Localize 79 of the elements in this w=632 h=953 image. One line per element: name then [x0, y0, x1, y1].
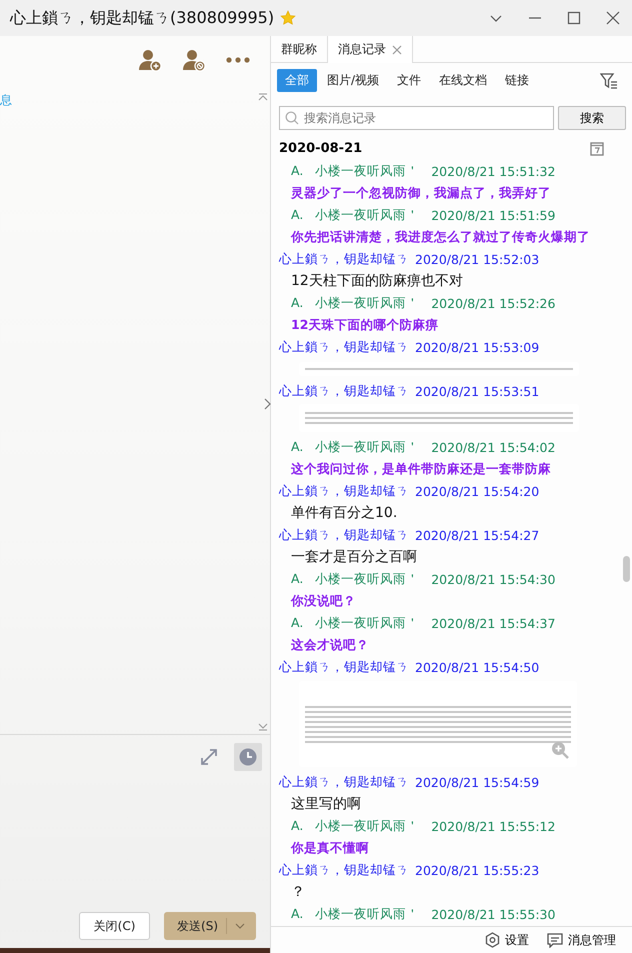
clock-icon — [239, 748, 257, 766]
sender-name: 心上鎖ㄋ，钥匙却锰ㄋ — [279, 382, 409, 400]
expand-icon[interactable] — [200, 748, 218, 766]
timestamp: 2020/8/21 15:54:20 — [415, 484, 540, 498]
close-button[interactable]: 关闭(C) — [79, 912, 150, 940]
sender-name: A. 小楼一夜听风雨＇ — [291, 570, 420, 588]
message-icon[interactable] — [547, 932, 563, 948]
timestamp: 2020/8/21 15:55:30 — [431, 906, 556, 922]
message-text: ？ — [290, 883, 306, 902]
timestamp: 2020/8/21 15:54:30 — [431, 572, 556, 586]
search-icon — [285, 111, 299, 125]
search-button[interactable]: 搜索 — [558, 106, 626, 130]
timestamp: 2020/8/21 15:53:09 — [415, 340, 540, 354]
timestamp: 2020/8/21 15:54:59 — [415, 774, 540, 790]
message-text: 12天柱下面的防麻痹也不对 — [290, 272, 464, 291]
send-button[interactable]: 发送(S) — [164, 912, 256, 940]
maximize-icon[interactable] — [567, 11, 581, 25]
timestamp: 2020/8/21 15:52:03 — [415, 252, 540, 266]
timestamp: 2020/8/21 15:55:12 — [431, 818, 556, 834]
sender-name: 心上鎖ㄋ，钥匙却锰ㄋ — [279, 338, 409, 356]
sender-name: 心上鎖ㄋ，钥匙却锰ㄋ — [279, 658, 409, 676]
expand-side-icon[interactable] — [263, 398, 271, 410]
scrollbar[interactable] — [623, 556, 630, 582]
timestamp: 2020/8/21 15:54:02 — [431, 440, 556, 454]
more-icon[interactable] — [226, 56, 250, 64]
star-icon — [280, 10, 296, 26]
settings-icon[interactable] — [485, 932, 500, 948]
tab[interactable]: 消息记录 — [328, 36, 413, 63]
filter-tab[interactable]: 链接 — [497, 69, 538, 92]
add-member-icon[interactable] — [138, 48, 162, 72]
message-manager-link[interactable]: 消息管理 — [568, 932, 616, 948]
calendar-icon[interactable] — [590, 140, 604, 156]
timestamp: 2020/8/21 15:53:51 — [415, 384, 540, 398]
filter-tab[interactable]: 文件 — [389, 69, 430, 92]
timestamp: 2020/8/21 15:54:37 — [431, 616, 556, 630]
block-member-icon[interactable] — [182, 48, 206, 72]
filter-tab[interactable]: 全部 — [277, 69, 317, 92]
timestamp: 2020/8/21 15:52:26 — [431, 296, 556, 310]
caret-icon[interactable] — [235, 923, 245, 929]
message-text: 这个我问过你，是单件带防麻还是一套带防麻 — [290, 460, 552, 478]
sender-name: 心上鎖ㄋ，钥匙却锰ㄋ — [279, 862, 409, 878]
close-tab-icon[interactable] — [392, 44, 402, 54]
message-text: 这里写的啊 — [290, 795, 362, 814]
sender-name: A. 小楼一夜听风雨＇ — [291, 614, 420, 632]
timestamp: 2020/8/21 15:54:50 — [415, 660, 540, 674]
date-heading: 2020-08-21 — [279, 140, 362, 156]
close-icon[interactable] — [606, 11, 620, 25]
message-text: 12天珠下面的哪个防麻痹 — [290, 316, 440, 334]
settings-link[interactable]: 设置 — [505, 932, 529, 948]
message-text: 你先把话讲清楚，我进度怎么了就过了传奇火爆期了 — [290, 228, 591, 246]
collapse-down-icon[interactable] — [258, 723, 268, 731]
timestamp: 2020/8/21 15:54:27 — [415, 528, 540, 542]
timestamp: 2020/8/21 15:51:32 — [431, 164, 556, 178]
timestamp: 2020/8/21 15:51:59 — [431, 208, 556, 222]
history-button[interactable] — [234, 743, 262, 771]
search-field[interactable]: 搜索消息记录 — [279, 106, 554, 130]
sender-name: A. 小楼一夜听风雨＇ — [291, 906, 420, 922]
message-text: 这会才说吧？ — [290, 636, 370, 654]
sender-name: 心上鎖ㄋ，钥匙却锰ㄋ — [279, 774, 409, 790]
sender-name: A. 小楼一夜听风雨＇ — [291, 818, 420, 834]
filter-tab[interactable]: 图片/视频 — [319, 69, 388, 92]
message-text: 一套才是百分之百啊 — [290, 548, 418, 567]
sender-name: 心上鎖ㄋ，钥匙却锰ㄋ — [279, 250, 409, 268]
filter-icon[interactable] — [600, 72, 618, 88]
zoom-in-icon[interactable] — [551, 741, 569, 759]
sender-name: A. 小楼一夜听风雨＇ — [291, 294, 420, 312]
timestamp: 2020/8/21 15:55:23 — [415, 862, 540, 878]
sender-name: A. 小楼一夜听风雨＇ — [291, 206, 420, 224]
sender-name: 心上鎖ㄋ，钥匙却锰ㄋ — [279, 526, 409, 544]
sender-name: A. 小楼一夜听风雨＇ — [291, 438, 420, 456]
collapse-up-icon[interactable] — [258, 92, 268, 100]
sender-name: 心上鎖ㄋ，钥匙却锰ㄋ — [279, 482, 409, 500]
message-text: 灵器少了一个忽视防御，我漏点了，我弄好了 — [290, 184, 552, 202]
message-text: 单件有百分之10. — [290, 504, 398, 523]
message-text: 你没说吧？ — [290, 592, 357, 610]
filter-tab[interactable]: 在线文档 — [431, 69, 496, 92]
window-title: 心上鎖ㄋ，钥匙却锰ㄋ(380809995) — [10, 8, 274, 28]
message-text: 你是真不懂啊 — [290, 839, 370, 857]
sender-name: A. 小楼一夜听风雨＇ — [291, 162, 420, 180]
